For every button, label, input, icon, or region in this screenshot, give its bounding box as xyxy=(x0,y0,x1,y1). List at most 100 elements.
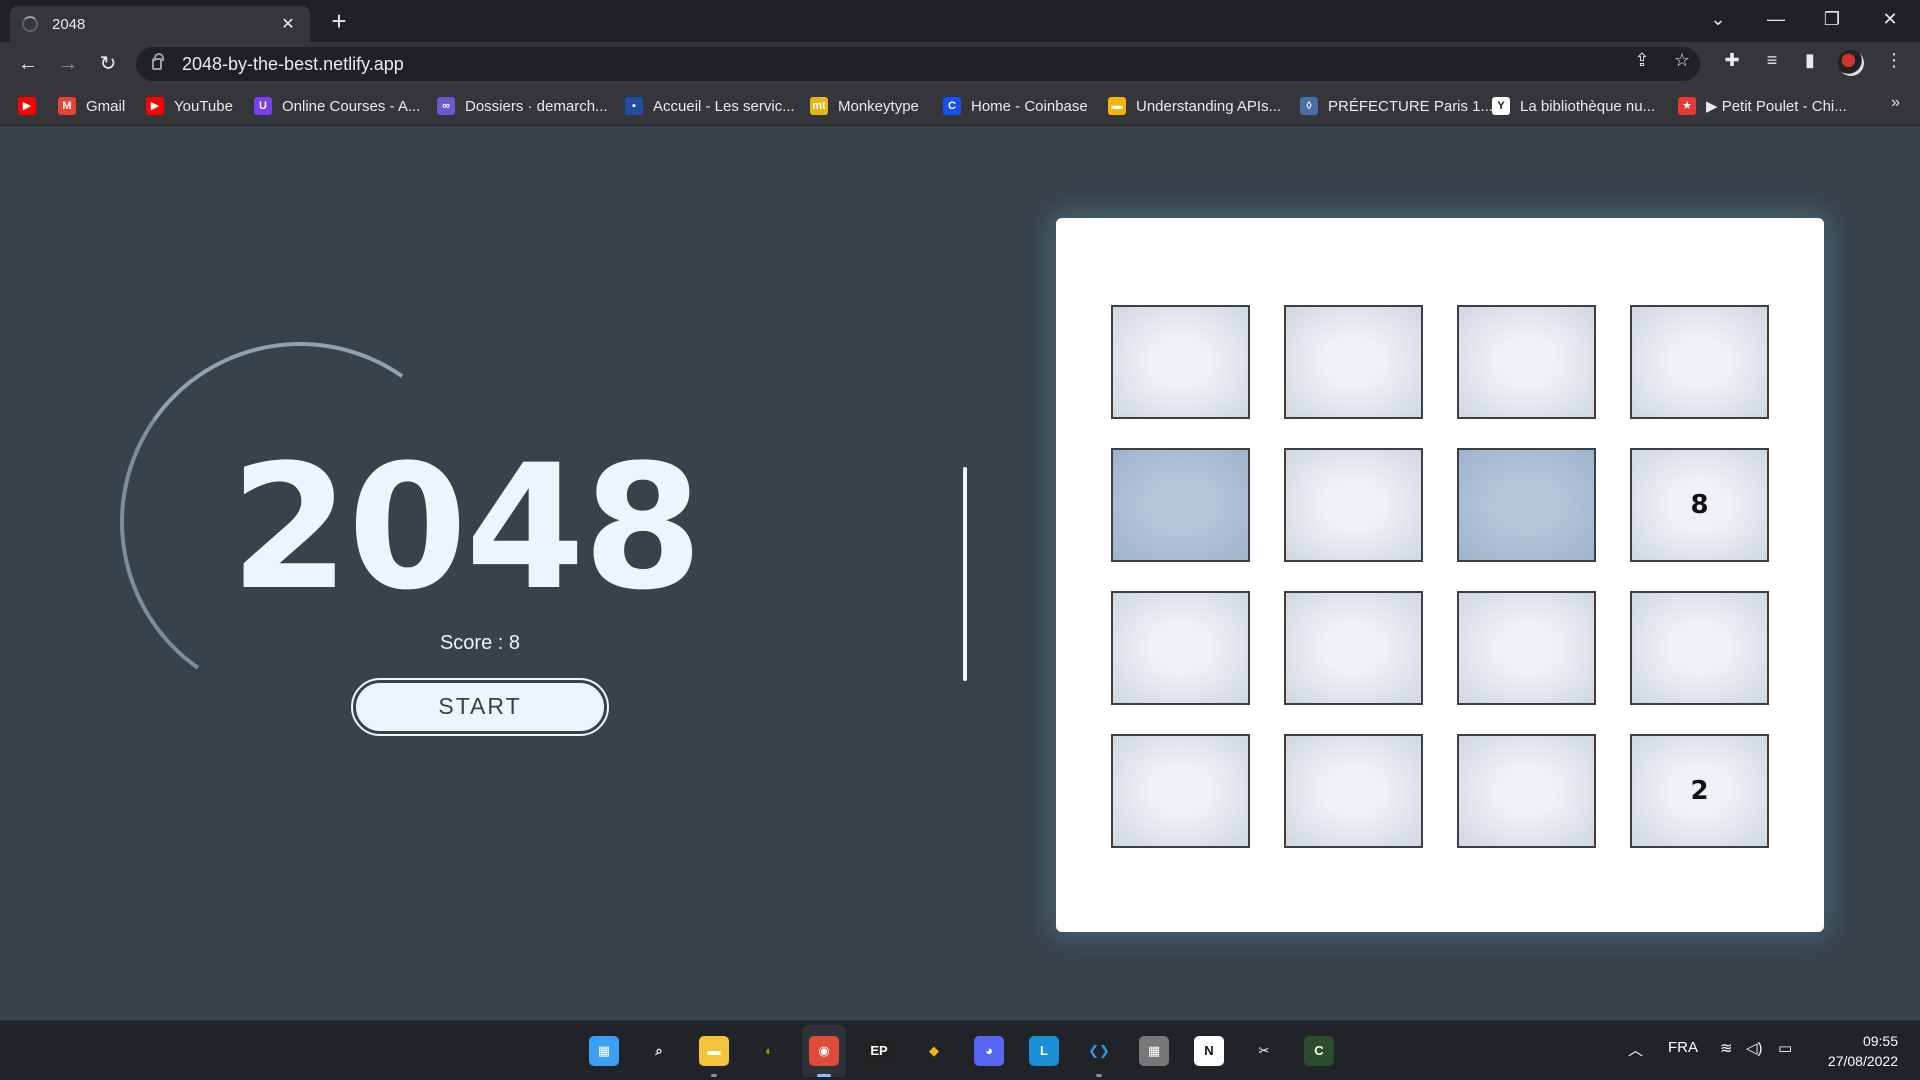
profile-avatar[interactable] xyxy=(1838,50,1864,76)
address-bar[interactable]: 2048-by-the-best.netlify.app xyxy=(136,47,1700,81)
grid-cell-r0-c3 xyxy=(1630,305,1769,419)
bookmark-favicon-icon: ▪ xyxy=(625,97,643,115)
tab-search-chevron-icon[interactable]: ⌄ xyxy=(1690,0,1746,38)
grid-cell-r1-c0 xyxy=(1111,448,1250,562)
bookmark-label: Understanding APIs... xyxy=(1136,97,1282,115)
close-window-button[interactable]: ✕ xyxy=(1862,0,1918,38)
discord-icon[interactable]: ◕ xyxy=(974,1036,1004,1066)
bookmark-label: YouTube xyxy=(174,97,233,115)
share-icon[interactable]: ⇪ xyxy=(1630,48,1654,72)
bookmark-favicon-icon: ▶ xyxy=(18,97,36,115)
bookmarks-bar: ▶ M Gmail ▶ YouTube U Online Courses - A... ∞ Do… xyxy=(0,86,1920,126)
bookmark-item[interactable]: U Online Courses - A... xyxy=(254,94,420,118)
start-icon[interactable]: ▦ xyxy=(589,1036,619,1066)
bookmark-favicon-icon: ▬ xyxy=(1108,97,1126,115)
minimize-button[interactable]: — xyxy=(1748,0,1804,38)
clock-date: 27/08/2022 xyxy=(1827,1053,1898,1069)
l-app-icon[interactable]: L xyxy=(1029,1036,1059,1066)
green-app-icon[interactable]: C xyxy=(1304,1036,1334,1066)
notion-icon[interactable]: N xyxy=(1194,1036,1224,1066)
file-explorer-icon[interactable]: ▬ xyxy=(699,1036,729,1066)
extensions-icon[interactable]: ✚ xyxy=(1720,48,1744,72)
chrome-icon[interactable]: ◉ xyxy=(809,1036,839,1066)
bookmark-label: Dossiers · demarch... xyxy=(465,97,608,115)
bookmark-label: Online Courses - A... xyxy=(282,97,421,115)
bookmarks-overflow-icon[interactable]: » xyxy=(1891,94,1900,112)
bookmark-label: Monkeytype xyxy=(838,97,919,115)
bookmark-item[interactable]: ◊ PRÉFECTURE Paris 1... xyxy=(1300,94,1493,118)
tray-chevron-icon[interactable]: ︿ xyxy=(1628,1039,1643,1060)
game-logo: 2048 xyxy=(230,427,703,628)
bookmark-item[interactable]: ▬ Understanding APIs... xyxy=(1108,94,1281,118)
search-icon[interactable]: ⌕ xyxy=(644,1036,674,1066)
epic-games-icon[interactable]: EP xyxy=(864,1036,894,1066)
nvidia-icon[interactable]: ◐ xyxy=(754,1036,784,1066)
new-tab-button[interactable]: + xyxy=(324,6,354,36)
loading-spinner-icon xyxy=(22,16,38,32)
snipping-tool-icon[interactable]: ✂ xyxy=(1249,1036,1279,1066)
windows-taskbar: ▦ ⌕ ▬ ◐ ◉ EP ◆ ◕ L ❮❯ ▦ N ✂ C ︿ FRA ≋ ◁) ▭ 09:55 27/0… xyxy=(0,1020,1920,1080)
media-control-icon[interactable]: ≡ xyxy=(1760,48,1784,72)
bookmark-label: Accueil - Les servic... xyxy=(653,97,795,115)
bookmark-item[interactable]: ★ ▶ Petit Poulet - Chi... xyxy=(1678,94,1847,118)
bookmark-item[interactable]: ▶ YouTube xyxy=(146,94,233,118)
volume-icon[interactable]: ◁) xyxy=(1746,1039,1763,1057)
grid-cell-r0-c1 xyxy=(1284,305,1423,419)
url-text: 2048-by-the-best.netlify.app xyxy=(182,53,404,74)
system-clock[interactable]: 09:55 27/08/2022 xyxy=(1828,1031,1898,1071)
back-button[interactable]: ← xyxy=(12,48,44,80)
browser-tab[interactable]: 2048 ✕ xyxy=(10,6,310,42)
bookmark-item[interactable]: C Home - Coinbase xyxy=(943,94,1088,118)
grid-cell-r3-c2 xyxy=(1457,734,1596,848)
side-panel-icon[interactable]: ▮ xyxy=(1798,48,1822,72)
grid-cell-r1-c2 xyxy=(1457,448,1596,562)
bookmark-favicon-icon: ◊ xyxy=(1300,97,1318,115)
bookmark-item[interactable]: ▶ xyxy=(18,94,46,118)
bookmark-favicon-icon: C xyxy=(943,97,961,115)
running-indicator xyxy=(817,1074,831,1077)
bookmark-favicon-icon: ★ xyxy=(1678,97,1696,115)
bookmark-label: PRÉFECTURE Paris 1... xyxy=(1328,97,1494,115)
language-indicator[interactable]: FRA xyxy=(1668,1039,1698,1056)
bookmark-favicon-icon: Y xyxy=(1492,97,1510,115)
grid-cell-r2-c1 xyxy=(1284,591,1423,705)
bookmark-item[interactable]: ▪ Accueil - Les servic... xyxy=(625,94,795,118)
lock-icon[interactable] xyxy=(152,53,164,70)
bookmark-item[interactable]: ∞ Dossiers · demarch... xyxy=(437,94,608,118)
tab-close-icon[interactable]: ✕ xyxy=(278,14,298,34)
game-board: 82 xyxy=(1056,218,1824,932)
reload-button[interactable]: ↻ xyxy=(92,48,124,80)
restore-button[interactable]: ❐ xyxy=(1804,0,1860,38)
grid-cell-r3-c1 xyxy=(1284,734,1423,848)
clock-time: 09:55 xyxy=(1862,1033,1898,1049)
grid-cell-r2-c2 xyxy=(1457,591,1596,705)
bookmark-item[interactable]: mt Monkeytype xyxy=(810,94,919,118)
bookmark-item[interactable]: Y La bibliothèque nu... xyxy=(1492,94,1655,118)
menu-kebab-icon[interactable]: ⋮ xyxy=(1882,48,1906,72)
bookmark-item[interactable]: M Gmail xyxy=(58,94,125,118)
score-text: Score : 8 xyxy=(439,632,521,654)
bookmark-favicon-icon: M xyxy=(58,97,76,115)
forward-button[interactable]: → xyxy=(52,48,84,80)
browser-toolbar: ← → ↻ 2048-by-the-best.netlify.app ⇪ ☆ ✚… xyxy=(0,42,1920,86)
bookmark-star-icon[interactable]: ☆ xyxy=(1670,48,1694,72)
bookmark-label: ▶ Petit Poulet - Chi... xyxy=(1706,98,1847,115)
grid-cell-r0-c2 xyxy=(1457,305,1596,419)
vscode-icon[interactable]: ❮❯ xyxy=(1084,1036,1114,1066)
vertical-divider xyxy=(963,467,967,681)
bookmark-label: Home - Coinbase xyxy=(971,97,1088,115)
browser-title-bar: 2048 ✕ + ⌄ — ❐ ✕ xyxy=(0,0,1920,42)
start-button[interactable]: START xyxy=(351,678,609,736)
grid-cell-r0-c0 xyxy=(1111,305,1250,419)
binance-icon[interactable]: ◆ xyxy=(919,1036,949,1066)
game-page: 2048 Score : 8 START 82 xyxy=(0,127,1920,1020)
battery-icon[interactable]: ▭ xyxy=(1778,1039,1792,1057)
running-indicator xyxy=(1096,1074,1102,1077)
grid-cell-r3-c3: 2 xyxy=(1630,734,1769,848)
wifi-icon[interactable]: ≋ xyxy=(1720,1039,1733,1057)
grid-cell-r1-c1 xyxy=(1284,448,1423,562)
calculator-icon[interactable]: ▦ xyxy=(1139,1036,1169,1066)
bookmark-favicon-icon: ∞ xyxy=(437,97,455,115)
tab-title: 2048 xyxy=(52,15,86,33)
bookmark-favicon-icon: ▶ xyxy=(146,97,164,115)
